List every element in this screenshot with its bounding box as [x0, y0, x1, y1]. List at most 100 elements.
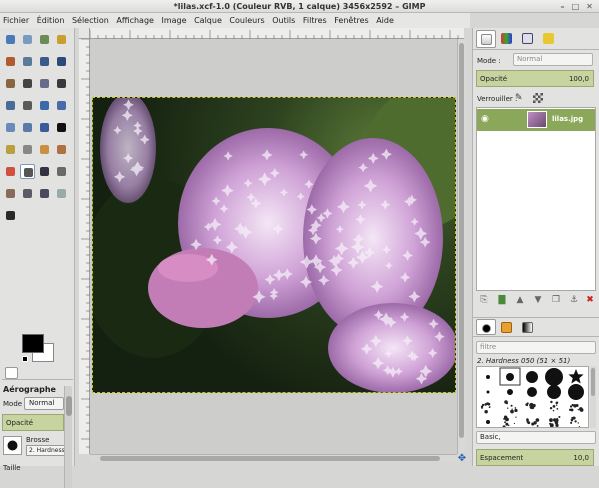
menu-aide[interactable]: Aide	[376, 16, 394, 25]
ellipse-select-tool[interactable]	[20, 32, 35, 47]
paintbrush-tool[interactable]	[54, 142, 69, 157]
heal-tool[interactable]	[3, 186, 18, 201]
shear-tool[interactable]	[3, 120, 18, 135]
menu-edition[interactable]: Édition	[37, 16, 65, 25]
brush-tabs	[473, 317, 599, 337]
paths-tool[interactable]	[54, 54, 69, 69]
mode-select[interactable]: Normal	[24, 397, 64, 410]
duplicate-layer-icon[interactable]: ❐	[550, 294, 562, 306]
flip-tool[interactable]	[37, 120, 52, 135]
fuzzy-select-tool[interactable]	[54, 32, 69, 47]
default-colors-icon[interactable]	[22, 356, 28, 362]
ink-tool[interactable]	[37, 164, 52, 179]
measure-tool[interactable]	[37, 76, 52, 91]
eye-icon[interactable]: ◉	[481, 114, 493, 125]
dodge-burn-tool[interactable]	[3, 208, 18, 223]
foreground-select-tool[interactable]	[37, 54, 52, 69]
bucket-fill-icon	[6, 145, 15, 154]
brushes-tab[interactable]	[476, 319, 496, 335]
brush-preview[interactable]	[3, 436, 22, 455]
layer-row[interactable]: ◉ lilas.jpg	[477, 109, 595, 131]
vertical-scrollbar[interactable]	[457, 39, 465, 454]
horizontal-scrollbar[interactable]	[90, 454, 457, 462]
rotate-tool[interactable]	[37, 98, 52, 113]
paths-tab[interactable]	[518, 30, 538, 48]
brush-grid[interactable]	[476, 366, 589, 428]
perspective-tool[interactable]	[20, 120, 35, 135]
select-by-color-icon	[6, 57, 15, 66]
foreground-color-swatch[interactable]	[22, 334, 44, 353]
rect-select-tool[interactable]	[3, 32, 18, 47]
menu-calque[interactable]: Calque	[194, 16, 222, 25]
new-group-icon[interactable]: ▇	[496, 294, 508, 306]
free-select-tool[interactable]	[37, 32, 52, 47]
navigate-icon[interactable]: ✥	[457, 454, 467, 464]
brush-icon	[481, 323, 492, 334]
ruler-corner[interactable]	[79, 28, 90, 39]
align-tool[interactable]	[3, 98, 18, 113]
anchor-icon[interactable]: ⚓	[568, 294, 580, 306]
vertical-ruler[interactable]	[79, 38, 90, 454]
minimize-button[interactable]: –	[558, 2, 567, 11]
select-by-color-tool[interactable]	[3, 54, 18, 69]
eraser-tool[interactable]	[3, 164, 18, 179]
undo-tab[interactable]	[539, 30, 559, 48]
brush-name-field[interactable]: 2. Hardness 050	[26, 445, 66, 456]
move-tool[interactable]	[54, 76, 69, 91]
close-button[interactable]: ✕	[585, 2, 594, 11]
menu-affichage[interactable]: Affichage	[116, 16, 154, 25]
crop-icon	[23, 101, 32, 110]
delete-layer-icon[interactable]: ✖	[584, 294, 596, 306]
new-layer-icon[interactable]: ⎘	[478, 294, 490, 306]
blend-tool[interactable]	[20, 142, 35, 157]
spacing-slider[interactable]: Espacement 10,0	[476, 449, 594, 466]
layers-tab[interactable]	[476, 30, 496, 48]
menu-selection[interactable]: Sélection	[72, 16, 109, 25]
opacity-slider[interactable]: Opacité	[2, 414, 64, 431]
airbrush-tool[interactable]	[20, 164, 35, 179]
layer-mode-select[interactable]: Normal	[513, 53, 593, 66]
menu-fichier[interactable]: Fichier	[3, 16, 29, 25]
scrollbar-thumb[interactable]	[100, 456, 440, 461]
menu-outils[interactable]: Outils	[272, 16, 295, 25]
scrollbar-thumb[interactable]	[591, 368, 595, 396]
perspective-clone-tool[interactable]	[20, 186, 35, 201]
lower-layer-icon[interactable]: ▼	[532, 294, 544, 306]
tool-options-tabs	[2, 366, 73, 380]
channels-tab[interactable]	[497, 30, 517, 48]
scrollbar-thumb[interactable]	[459, 43, 464, 438]
zoom-tool[interactable]	[20, 76, 35, 91]
image-canvas[interactable]	[92, 97, 456, 393]
lock-pixels-icon[interactable]: ✎	[515, 93, 524, 103]
brush-filter-input[interactable]: filtre	[476, 341, 596, 354]
layer-opacity-slider[interactable]: Opacité 100,0	[476, 70, 594, 87]
smudge-tool[interactable]	[37, 186, 52, 201]
clone-tool[interactable]	[54, 164, 69, 179]
gradients-tab[interactable]	[518, 319, 538, 335]
bucket-fill-tool[interactable]	[3, 142, 18, 157]
raise-layer-icon[interactable]: ▲	[514, 294, 526, 306]
menu-couleurs[interactable]: Couleurs	[229, 16, 264, 25]
patterns-tab[interactable]	[497, 319, 517, 335]
brush-preset-select[interactable]: Basic,	[476, 431, 596, 444]
text-tool[interactable]	[54, 120, 69, 135]
menu-image[interactable]: Image	[161, 16, 186, 25]
maximize-button[interactable]: □	[571, 2, 580, 11]
pencil-tool[interactable]	[37, 142, 52, 157]
brush-title: 2. Hardness 050 (51 × 51)	[477, 357, 571, 365]
menu-fenetres[interactable]: Fenêtres	[334, 16, 368, 25]
menu-filtres[interactable]: Filtres	[303, 16, 327, 25]
brush-scrollbar[interactable]	[590, 366, 596, 428]
horizontal-ruler[interactable]	[89, 28, 464, 39]
scissors-select-tool[interactable]	[20, 54, 35, 69]
crop-tool[interactable]	[20, 98, 35, 113]
layer-thumbnail	[527, 111, 547, 128]
move-icon	[57, 79, 66, 88]
scrollbar-thumb[interactable]	[66, 396, 72, 416]
color-picker-tool[interactable]	[3, 76, 18, 91]
tool-options-tab[interactable]	[5, 367, 18, 379]
tool-options-scrollbar[interactable]	[64, 386, 72, 488]
scale-tool[interactable]	[54, 98, 69, 113]
convolve-tool[interactable]	[54, 186, 69, 201]
lock-alpha-icon[interactable]	[533, 93, 543, 103]
